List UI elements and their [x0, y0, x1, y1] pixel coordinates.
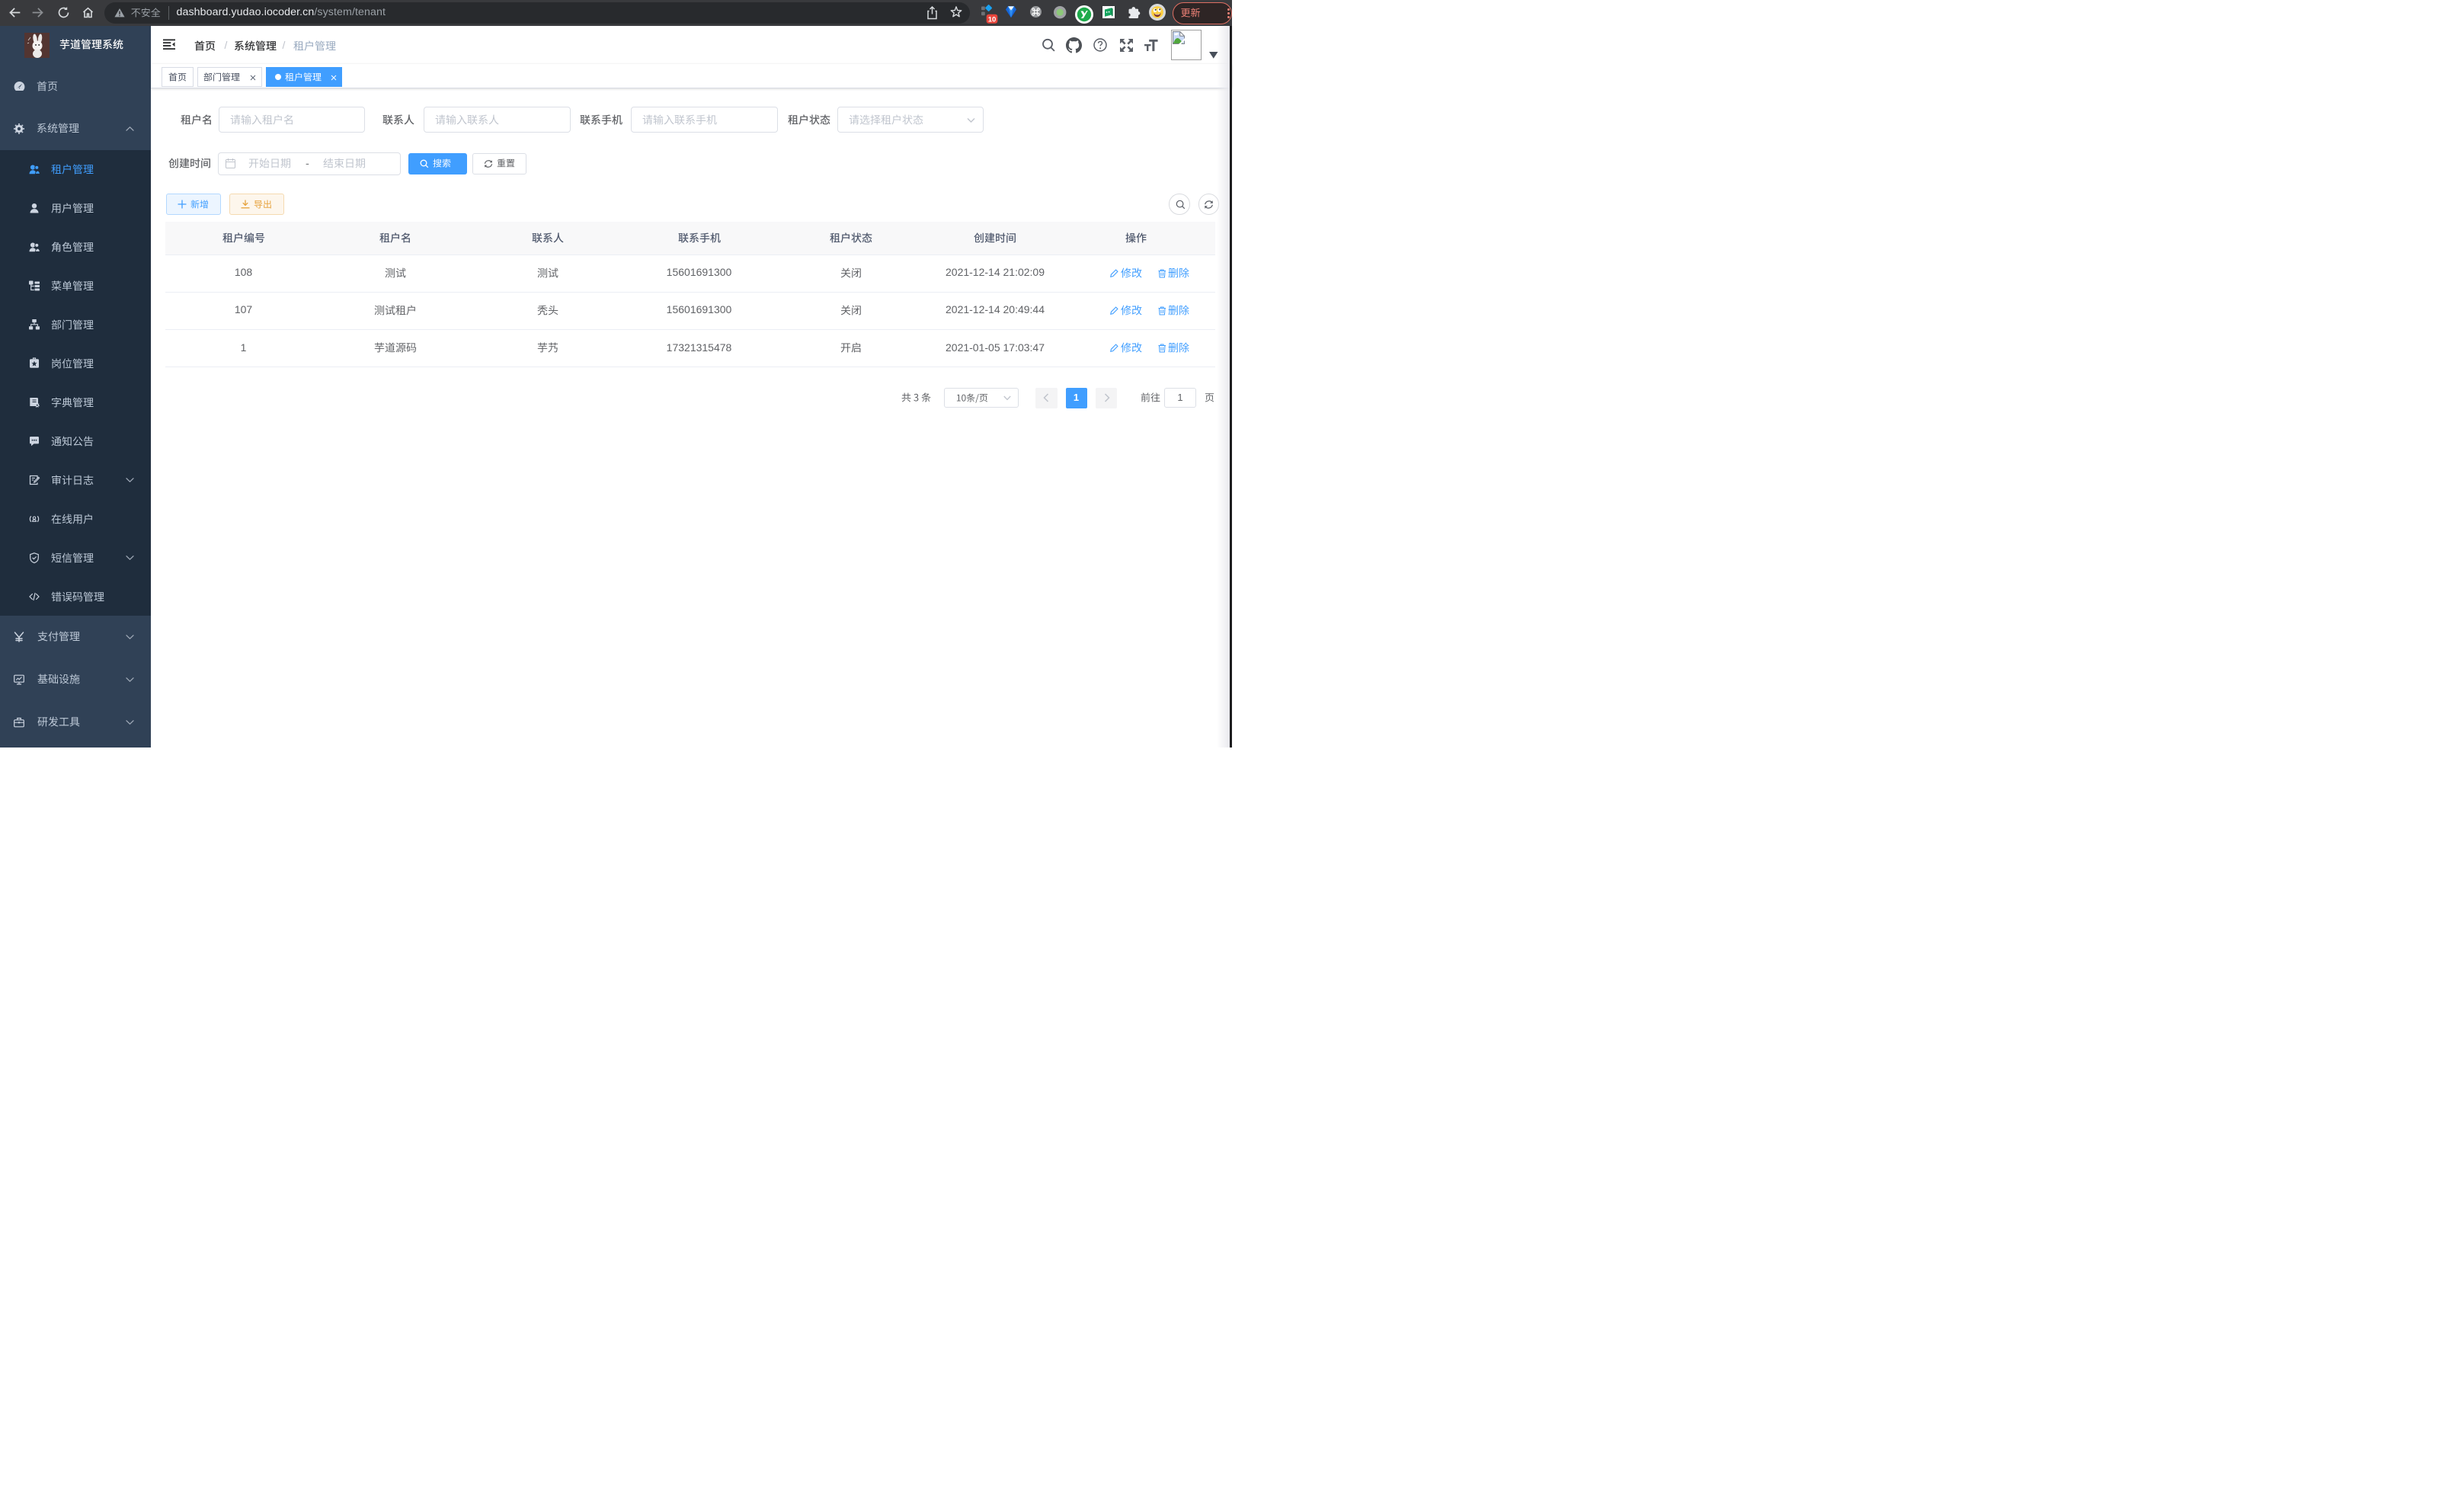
svg-text:10: 10	[988, 15, 997, 24]
